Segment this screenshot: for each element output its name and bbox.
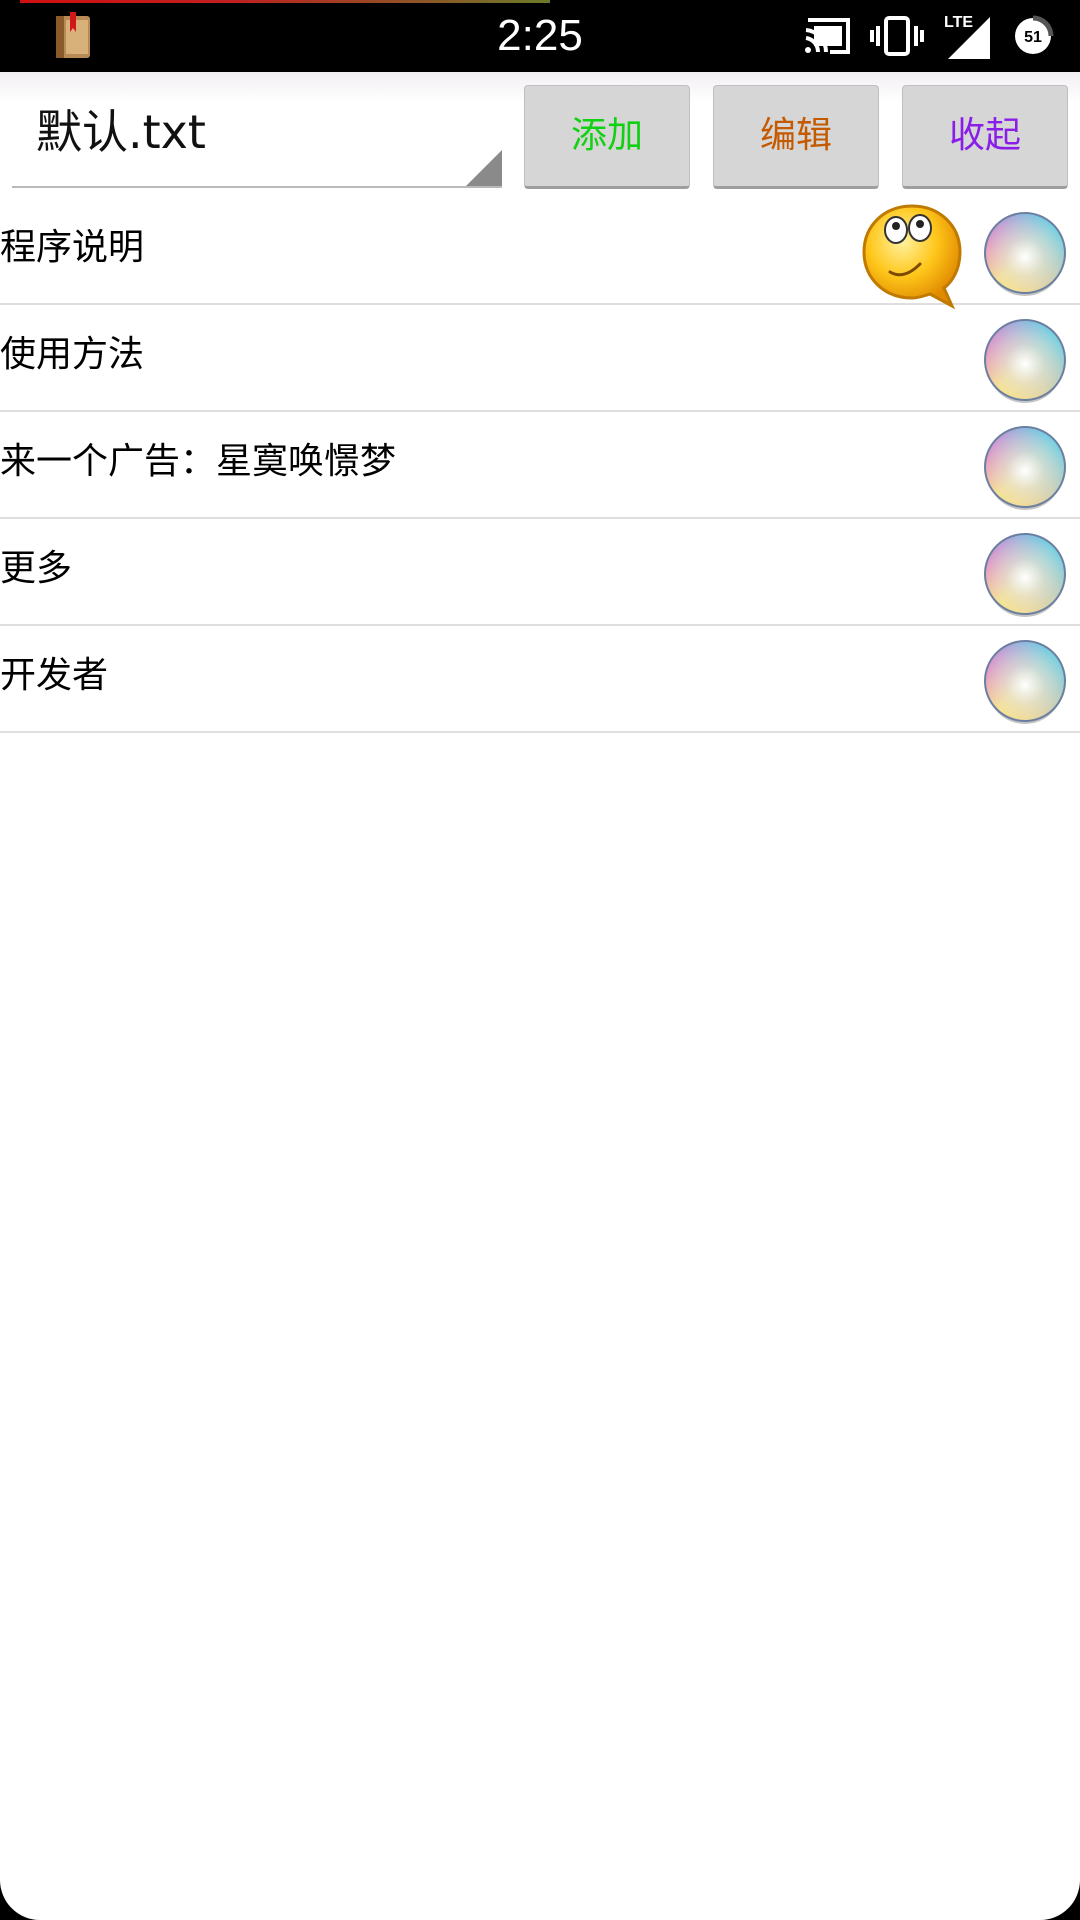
color-orb-icon[interactable]: [982, 422, 1068, 514]
spinner-arrow-icon: [466, 150, 502, 186]
edit-button[interactable]: 编辑: [713, 85, 879, 189]
list-item-label: 使用方法: [0, 334, 145, 375]
battery-saver-icon: 51: [1015, 15, 1054, 54]
color-orb-icon[interactable]: [982, 315, 1068, 407]
file-spinner[interactable]: 默认.txt: [12, 84, 502, 188]
screen-corner-left: [0, 1840, 80, 1920]
add-button[interactable]: 添加: [524, 85, 690, 189]
collapse-button[interactable]: 收起: [902, 85, 1068, 189]
list-item-label: 来一个广告：星寞唤憬梦: [0, 441, 397, 482]
color-orb-icon[interactable]: [982, 636, 1068, 728]
network-type-label: LTE: [944, 14, 973, 31]
list-item[interactable]: 更多: [0, 519, 1080, 626]
list-item-label: 开发者: [0, 655, 109, 696]
status-progress-line: [20, 0, 550, 3]
color-orb-icon[interactable]: [982, 208, 1068, 300]
cast-icon: [805, 18, 850, 54]
list-item-label: 更多: [0, 548, 73, 589]
list-item-label: 程序说明: [0, 227, 145, 268]
battery-level-label: 51: [1024, 29, 1042, 46]
list-item[interactable]: 使用方法: [0, 305, 1080, 412]
file-spinner-value: 默认.txt: [36, 105, 206, 159]
status-bar: 2:25 LTE 51: [0, 0, 1080, 72]
screen-corner-right: [1000, 1840, 1080, 1920]
list-item[interactable]: 开发者: [0, 626, 1080, 733]
color-orb-icon[interactable]: [982, 529, 1068, 621]
vibrate-icon: [870, 16, 924, 56]
toolbar: 默认.txt 添加 编辑 收起: [0, 72, 1080, 198]
status-icons: LTE 51: [804, 10, 1056, 62]
item-list: 程序说明 使用方法 来一个广告：星寞唤憬梦 更多 开发者: [0, 198, 1080, 733]
signal-icon: LTE: [944, 14, 990, 59]
thinking-smiley-icon[interactable]: [860, 200, 964, 310]
list-item[interactable]: 程序说明: [0, 198, 1080, 310]
list-item[interactable]: 来一个广告：星寞唤憬梦: [0, 412, 1080, 519]
